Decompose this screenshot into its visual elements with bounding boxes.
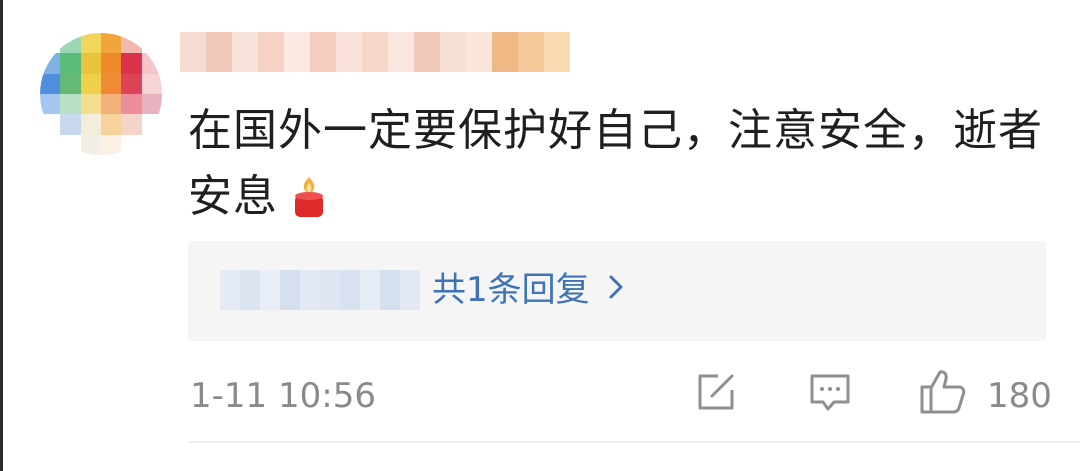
chevron-right-icon <box>608 267 624 313</box>
view-replies-link[interactable]: 共1条回复 <box>432 267 624 313</box>
comment-timestamp: 1-11 10:56 <box>190 376 376 416</box>
comment-icon[interactable] <box>808 370 852 418</box>
window-edge <box>0 0 3 471</box>
like-count: 180 <box>987 376 1052 416</box>
reply-usernames <box>220 270 420 310</box>
comment-text: 在国外一定要保护好自己，注意安全，逝者安息 <box>188 98 1058 238</box>
candle-icon <box>292 172 326 238</box>
like-icon[interactable] <box>918 366 968 420</box>
avatar[interactable] <box>40 33 162 155</box>
share-icon[interactable] <box>694 370 738 418</box>
reply-preview[interactable]: 共1条回复 <box>188 241 1046 341</box>
divider <box>188 441 1080 443</box>
reply-count-label: 共1条回复 <box>432 270 590 310</box>
username[interactable] <box>180 32 596 72</box>
